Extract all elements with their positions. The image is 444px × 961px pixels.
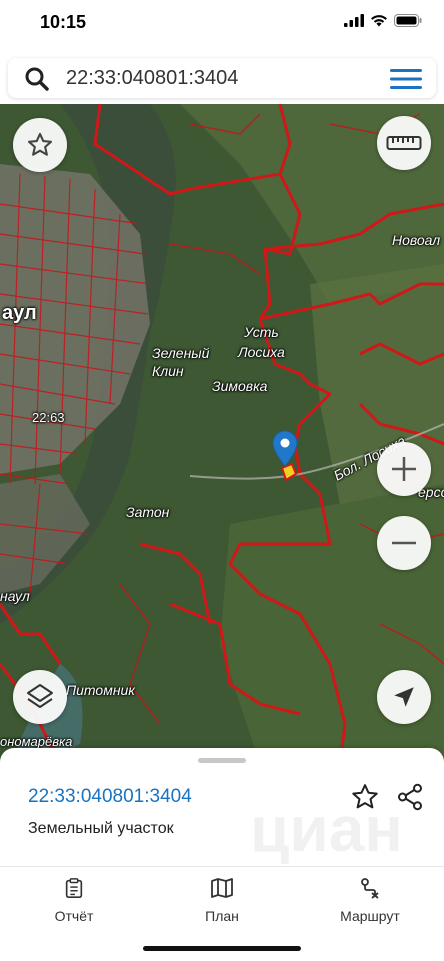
status-icons	[344, 14, 422, 27]
tab-report-label: Отчёт	[54, 908, 94, 924]
status-time: 10:15	[40, 12, 87, 32]
my-location-button[interactable]	[377, 670, 431, 724]
map-view[interactable]: аул Зеленый Клин Усть Лосиха Зимовка Зат…	[0, 104, 444, 764]
layers-button[interactable]	[13, 670, 67, 724]
parcel-info-sheet[interactable]: циан 22:33:040801:3404 Земельный участок	[0, 748, 444, 868]
status-bar: 10:15	[0, 0, 444, 52]
navigation-arrow-icon	[394, 687, 414, 707]
search-input[interactable]: 22:33:040801:3404	[66, 67, 238, 90]
map-label-novoal: Новоал	[392, 232, 441, 248]
tab-route-label: Маршрут	[340, 908, 400, 924]
tab-plan[interactable]: План	[162, 877, 282, 924]
map-label-zeleny-klin: Зеленый Клин	[152, 345, 210, 379]
menu-icon[interactable]	[390, 68, 422, 90]
map-label-pitomnik: Питомник	[66, 682, 135, 698]
search-bar[interactable]: 22:33:040801:3404	[8, 58, 436, 98]
wifi-icon	[371, 15, 387, 27]
share-icon[interactable]	[395, 782, 425, 812]
parcel-cadastral-number[interactable]: 22:33:040801:3404	[28, 786, 192, 808]
satellite-map[interactable]	[0, 104, 444, 764]
report-icon	[65, 878, 83, 898]
parcel-type-label: Земельный участок	[28, 820, 174, 837]
map-label-ust-losikha: Усть Лосиха	[238, 324, 285, 360]
map-label-kondratyevka: ономарёвка	[0, 734, 73, 749]
battery-icon	[394, 14, 422, 27]
layers-icon	[27, 684, 53, 708]
tab-plan-label: План	[205, 908, 239, 924]
ruler-icon	[386, 136, 422, 150]
map-label-zaton: Затон	[126, 504, 170, 520]
minus-icon	[392, 541, 416, 545]
sheet-drag-handle[interactable]	[198, 758, 246, 763]
favorite-star-icon[interactable]	[350, 782, 380, 812]
ruler-button[interactable]	[377, 116, 431, 170]
plus-icon	[392, 457, 416, 481]
tab-report[interactable]: Отчёт	[14, 877, 134, 924]
map-label-naul: наул	[0, 588, 30, 604]
signal-icon	[344, 14, 364, 27]
map-label-city: аул	[2, 302, 37, 324]
zoom-in-button[interactable]	[377, 442, 431, 496]
route-icon	[361, 878, 379, 899]
home-indicator[interactable]	[143, 946, 301, 951]
map-label-number: 22:63	[32, 410, 65, 425]
search-icon	[25, 67, 49, 91]
zoom-out-button[interactable]	[377, 516, 431, 570]
map-plan-icon	[211, 878, 233, 898]
favorites-map-button[interactable]	[13, 118, 67, 172]
tab-route[interactable]: Маршрут	[310, 877, 430, 924]
star-icon	[27, 132, 53, 156]
map-label-zimovka: Зимовка	[212, 378, 268, 394]
location-pin-icon[interactable]	[272, 430, 298, 468]
